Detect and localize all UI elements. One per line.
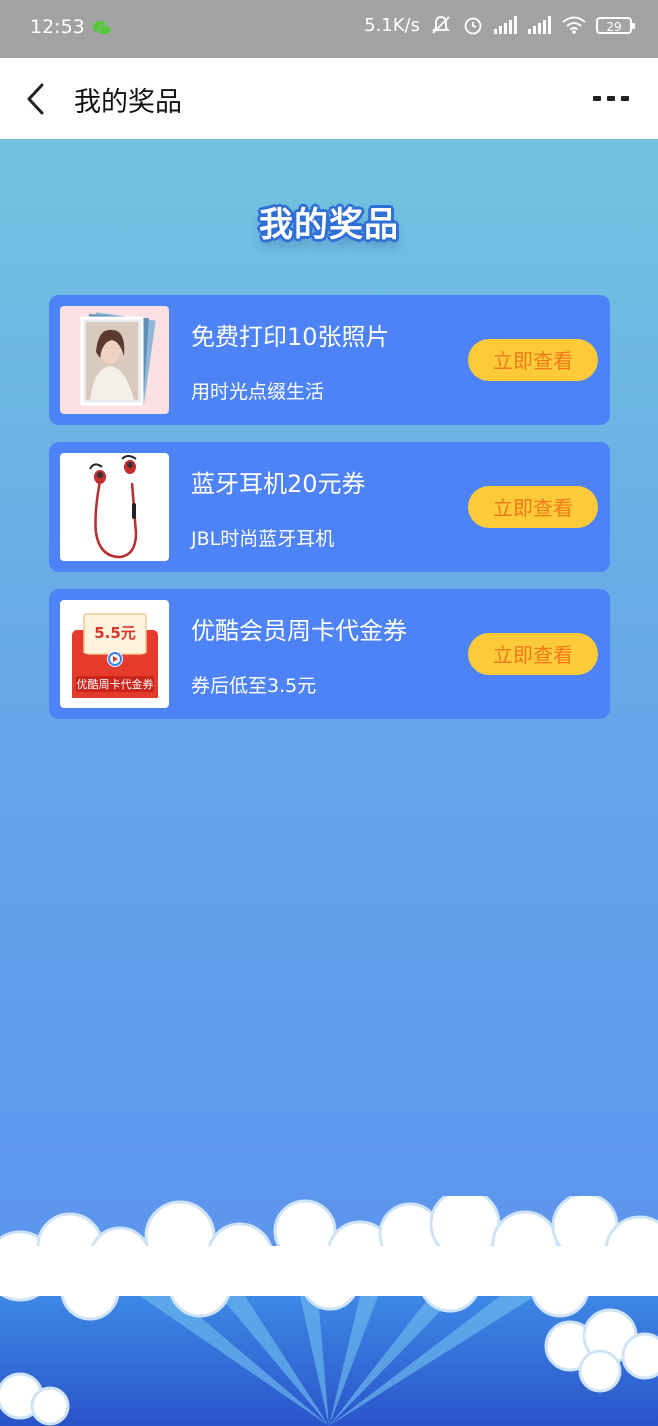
prize-card: 免费打印10张照片 用时光点缀生活 立即查看 (49, 295, 610, 425)
mute-bell-icon (431, 16, 451, 34)
photo-stack-image (60, 306, 169, 414)
view-prize-button[interactable]: 立即查看 (468, 339, 598, 381)
cloud-decoration (0, 1196, 658, 1426)
voucher-amount: 5.5元 (94, 624, 136, 642)
prize-subtitle: 用时光点缀生活 (191, 381, 325, 403)
prize-subtitle: JBL时尚蓝牙耳机 (191, 528, 335, 550)
view-prize-button[interactable]: 立即查看 (468, 486, 598, 528)
status-time: 12:53 (30, 16, 85, 38)
status-bar: 12:53 5.1K/s 29 (0, 0, 658, 58)
prize-title: 蓝牙耳机20元券 (191, 470, 366, 498)
page-title: 我的奖品 (74, 87, 182, 118)
chevron-left-icon[interactable] (24, 82, 50, 116)
battery-level: 29 (606, 19, 622, 34)
prize-list: 免费打印10张照片 用时光点缀生活 立即查看 蓝牙耳机20元券 JBL时尚蓝牙耳 (49, 295, 610, 736)
prize-page-body: 我的奖品 免费打印10张照片 用时光点缀生活 立即查看 蓝牙耳机20元券 JBL… (0, 139, 658, 1426)
wifi-icon (562, 16, 586, 34)
prize-title: 免费打印10张照片 (191, 323, 390, 351)
more-dots-icon[interactable] (592, 94, 630, 104)
youku-voucher-image: 5.5元 优酷周卡代金券 (60, 600, 169, 708)
wechat-icon (93, 21, 112, 36)
earphones-image (60, 453, 169, 561)
network-speed: 5.1K/s (364, 14, 420, 36)
prize-card: 5.5元 优酷周卡代金券 优酷会员周卡代金券 券后低至3.5元 立即查看 (49, 589, 610, 719)
signal-icon (494, 16, 517, 34)
prize-card: 蓝牙耳机20元券 JBL时尚蓝牙耳机 立即查看 (49, 442, 610, 572)
view-prize-button[interactable]: 立即查看 (468, 633, 598, 675)
prize-subtitle: 券后低至3.5元 (191, 675, 317, 697)
prize-title: 优酷会员周卡代金券 (191, 617, 407, 645)
alarm-icon (464, 17, 482, 35)
app-bar: 我的奖品 (0, 58, 658, 139)
signal-icon (528, 16, 551, 34)
banner-title: 我的奖品 (259, 205, 399, 245)
battery-icon: 29 (596, 16, 635, 34)
voucher-label: 优酷周卡代金券 (77, 677, 154, 691)
